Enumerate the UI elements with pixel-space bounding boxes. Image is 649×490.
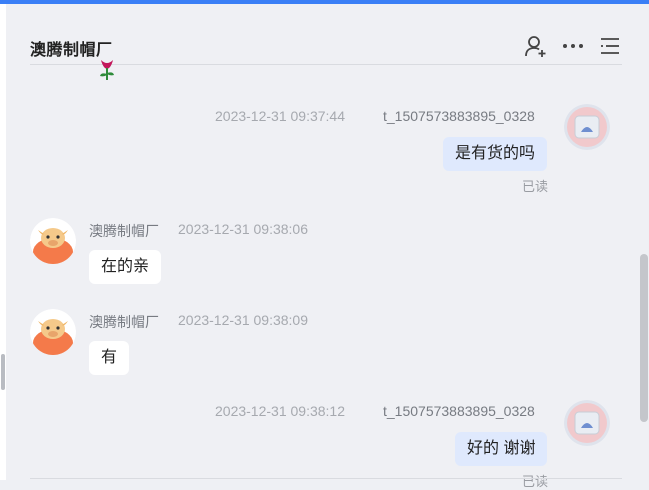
more-icon[interactable] bbox=[561, 34, 585, 58]
message-bubble[interactable]: 有 bbox=[89, 341, 130, 375]
chat-title: 澳腾制帽厂 bbox=[30, 42, 113, 59]
message-sender: t_1507573883895_0328 bbox=[383, 108, 535, 124]
menu-list-icon[interactable] bbox=[598, 34, 622, 58]
message-sender: 澳腾制帽厂 bbox=[89, 223, 159, 239]
read-status: 已读 bbox=[522, 474, 549, 489]
message-time: 2023-12-31 09:37:44 bbox=[215, 108, 345, 124]
chat-panel: 澳腾制帽厂 2023-12-31 09:37:44 t_150757388389… bbox=[6, 4, 649, 489]
add-contact-icon[interactable] bbox=[524, 34, 548, 58]
message-sender: t_1507573883895_0328 bbox=[383, 403, 535, 419]
shop-avatar[interactable] bbox=[30, 309, 76, 355]
message-time: 2023-12-31 09:38:12 bbox=[215, 403, 345, 419]
message-sender: 澳腾制帽厂 bbox=[89, 314, 159, 330]
message-time: 2023-12-31 09:38:06 bbox=[178, 221, 308, 237]
message-bubble[interactable]: 在的亲 bbox=[89, 250, 162, 284]
message-bubble[interactable]: 好的 谢谢 bbox=[455, 432, 548, 466]
scrollbar-thumb[interactable] bbox=[640, 254, 648, 422]
read-status: 已读 bbox=[522, 179, 549, 194]
left-resize-handle[interactable] bbox=[1, 354, 5, 390]
bottom-divider bbox=[30, 478, 622, 479]
message-time: 2023-12-31 09:38:09 bbox=[178, 312, 308, 328]
user-avatar[interactable] bbox=[564, 400, 610, 446]
shop-avatar[interactable] bbox=[30, 218, 76, 264]
user-avatar[interactable] bbox=[564, 104, 610, 150]
rose-emoji-icon bbox=[100, 60, 114, 80]
message-bubble[interactable]: 是有货的吗 bbox=[443, 137, 548, 171]
